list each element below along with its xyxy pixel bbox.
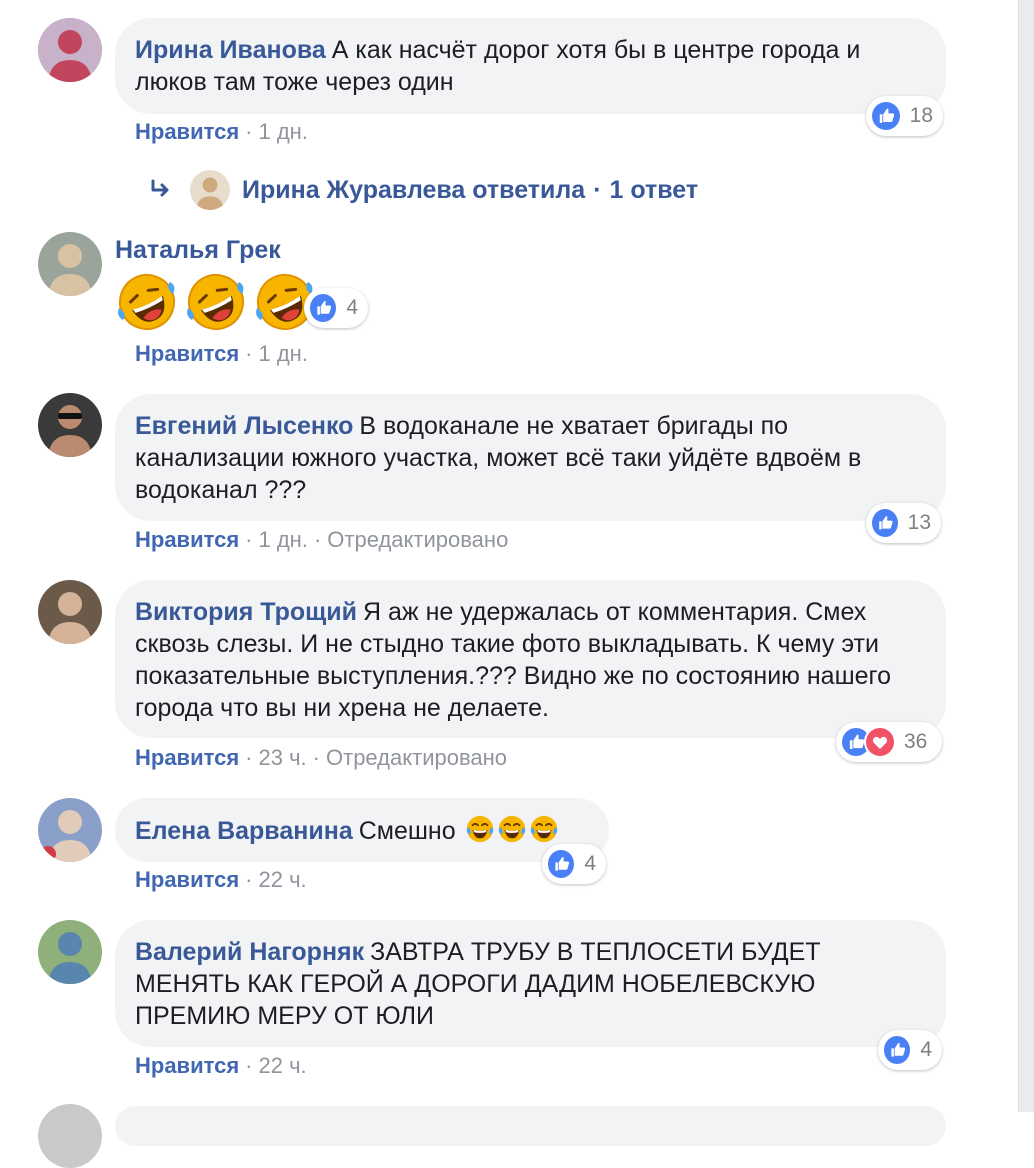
reaction-count: 4: [346, 296, 358, 319]
tears-of-joy-emoji: [529, 814, 559, 844]
edited-label[interactable]: Отредактировано: [326, 745, 507, 770]
comment-actions: Нравится · 1 дн. · Отредактировано: [135, 527, 509, 552]
comment-actions: Нравится · 22 ч.: [135, 867, 307, 892]
avatar[interactable]: [38, 798, 102, 862]
like-reaction-icon: [882, 1034, 913, 1066]
comment-bubble: [115, 1106, 946, 1146]
comment-time[interactable]: 1 дн.: [259, 527, 308, 552]
like-link[interactable]: Нравится: [135, 1053, 239, 1078]
reaction-count: 4: [584, 852, 596, 875]
comment-time[interactable]: 22 ч.: [259, 1053, 307, 1078]
reactions-summary[interactable]: 13: [866, 503, 941, 543]
reaction-count: 18: [909, 104, 933, 127]
comment-author[interactable]: Валерий Нагорняк: [135, 938, 364, 966]
avatar: [190, 170, 230, 210]
comment-actions: Нравится · 1 дн.: [135, 341, 308, 366]
like-link[interactable]: Нравится: [135, 119, 239, 144]
like-link[interactable]: Нравится: [135, 745, 239, 770]
comment-author[interactable]: Наталья Грек: [115, 234, 281, 266]
reply-author-text: Ирина Журавлева ответила: [242, 175, 586, 204]
comment-time[interactable]: 22 ч.: [259, 867, 307, 892]
reactions-summary[interactable]: 4: [542, 844, 606, 884]
comment-bubble: Ирина Иванова А как насчёт дорог хотя бы …: [115, 18, 946, 114]
rolling-laughing-emoji: [184, 270, 248, 334]
reaction-count: 36: [904, 730, 928, 753]
like-reaction-icon: [870, 507, 900, 539]
comment-author[interactable]: Виктория Трощий: [135, 598, 357, 626]
tears-of-joy-emoji: [497, 814, 527, 844]
edited-label[interactable]: Отредактировано: [327, 527, 508, 552]
like-reaction-icon: [870, 100, 902, 132]
reply-arrow-icon: [151, 179, 169, 197]
reactions-summary[interactable]: 4: [878, 1030, 942, 1070]
comment-author[interactable]: Ирина Иванова: [135, 36, 326, 64]
avatar[interactable]: [38, 18, 102, 82]
reply-count: 1 ответ: [609, 175, 699, 204]
avatar[interactable]: [38, 1104, 102, 1168]
comment-bubble: Елена Варванина Смешно: [115, 798, 609, 862]
comment-author[interactable]: Елена Варванина: [135, 817, 353, 845]
replies-link[interactable]: Ирина Журавлева ответила · 1 ответ: [150, 170, 698, 210]
comment-bubble: Валерий Нагорняк ЗАВТРА ТРУБУ В ТЕПЛОСЕТИ…: [115, 920, 946, 1047]
avatar[interactable]: [38, 393, 102, 457]
comment-time[interactable]: 1 дн.: [259, 119, 308, 144]
like-reaction-icon: [308, 292, 339, 324]
rolling-laughing-emoji: [115, 270, 179, 334]
comment-text: Смешно: [358, 817, 456, 845]
comment-time[interactable]: 23 ч.: [259, 745, 307, 770]
reaction-count: 13: [907, 511, 931, 534]
avatar[interactable]: [38, 232, 102, 296]
comment-time[interactable]: 1 дн.: [259, 341, 308, 366]
like-link[interactable]: Нравится: [135, 527, 239, 552]
like-reaction-icon: [546, 848, 577, 880]
page-right-edge: [1018, 0, 1034, 1112]
reactions-summary[interactable]: 18: [866, 96, 943, 136]
like-link[interactable]: Нравится: [135, 867, 239, 892]
comment-bubble: Евгений Лысенко В водоканале не хватает б…: [115, 394, 946, 521]
comment-author[interactable]: Евгений Лысенко: [135, 412, 353, 440]
avatar[interactable]: [38, 920, 102, 984]
like-link[interactable]: Нравится: [135, 341, 239, 366]
tears-of-joy-emoji: [465, 814, 495, 844]
comment-bubble: Виктория Трощий Я аж не удержалась от ком…: [115, 580, 946, 738]
reactions-summary[interactable]: 4: [304, 288, 368, 328]
reactions-summary[interactable]: 36: [836, 722, 942, 762]
reaction-count: 4: [920, 1038, 932, 1061]
love-reaction-icon: [864, 726, 896, 758]
avatar[interactable]: [38, 580, 102, 644]
comment-actions: Нравится · 22 ч.: [135, 1053, 307, 1078]
comment-actions: Нравится · 23 ч. · Отредактировано: [135, 745, 508, 770]
comment-actions: Нравится · 1 дн.: [135, 119, 308, 144]
